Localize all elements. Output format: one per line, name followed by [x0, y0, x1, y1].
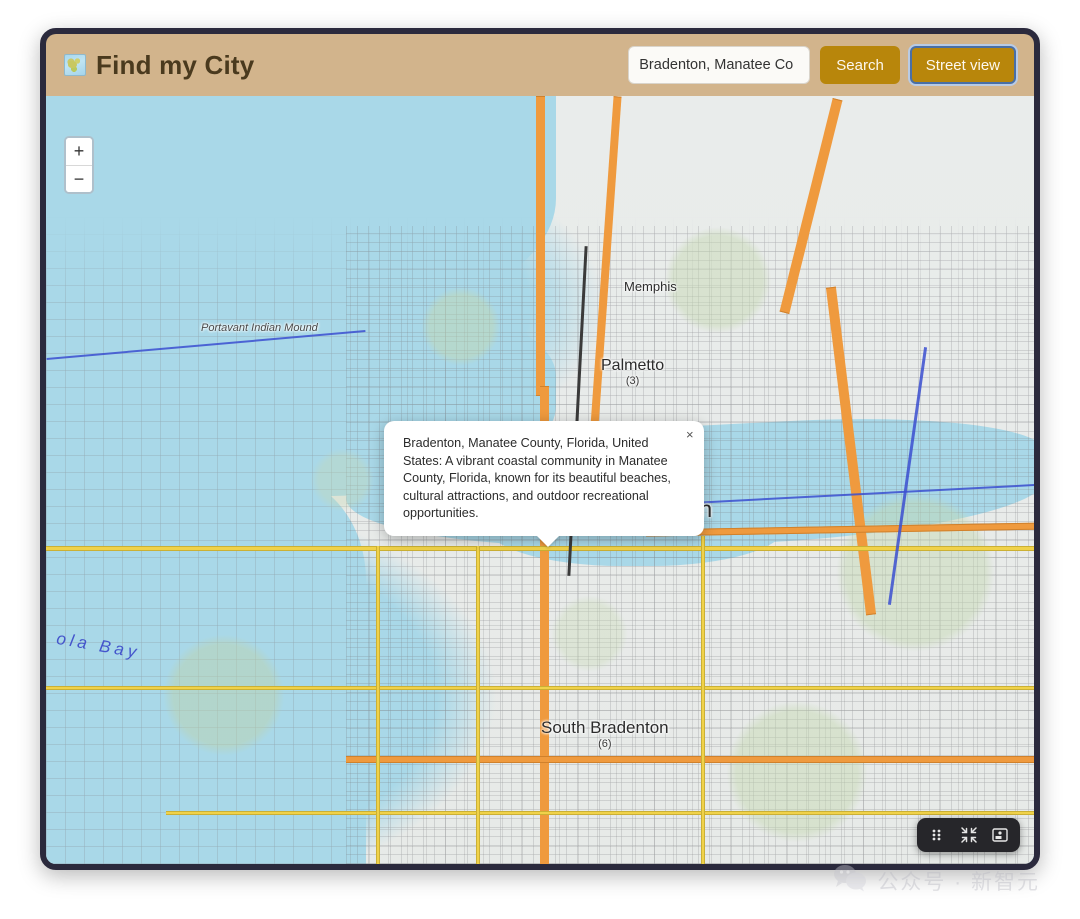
highway-us41-north [536, 96, 545, 396]
map-canvas[interactable]: + − Bradenton (1) South Bradenton (6) Pa… [46, 96, 1034, 864]
search-button[interactable]: Search [820, 46, 900, 84]
world-map-icon [64, 54, 86, 76]
road-75th-st [376, 546, 380, 864]
road-15th-st [701, 536, 705, 864]
road-53rd-ave [46, 686, 1034, 690]
brand: Find my City [64, 50, 254, 81]
road-51st-st [476, 546, 480, 864]
highway-sr70 [346, 756, 1034, 763]
zoom-control[interactable]: + − [64, 136, 94, 194]
screenshot-icon[interactable] [991, 827, 1008, 844]
close-icon[interactable]: × [680, 426, 696, 442]
road-59th-ave [166, 811, 1034, 815]
place-info-popup: × Bradenton, Manatee County, Florida, Un… [384, 421, 704, 536]
app-header: Find my City Search Street view [46, 34, 1034, 96]
wechat-icon [833, 864, 867, 897]
road-cortez-bridge [46, 546, 1034, 551]
watermark: 公众号 · 新智元 [833, 864, 1040, 897]
zoom-out-button[interactable]: − [66, 165, 92, 192]
street-view-button[interactable]: Street view [909, 46, 1016, 84]
header-actions: Search Street view [628, 46, 1016, 84]
grid-dots-icon[interactable] [929, 827, 946, 844]
map-toolbar[interactable] [917, 818, 1020, 852]
zoom-in-button[interactable]: + [66, 138, 92, 165]
watermark-text: 公众号 · 新智元 [877, 870, 1040, 894]
collapse-arrows-icon[interactable] [960, 827, 977, 844]
app-window: Find my City Search Street view [40, 28, 1040, 870]
page-title: Find my City [96, 49, 255, 80]
search-input[interactable] [628, 46, 811, 84]
popup-description: Bradenton, Manatee County, Florida, Unit… [403, 436, 671, 520]
